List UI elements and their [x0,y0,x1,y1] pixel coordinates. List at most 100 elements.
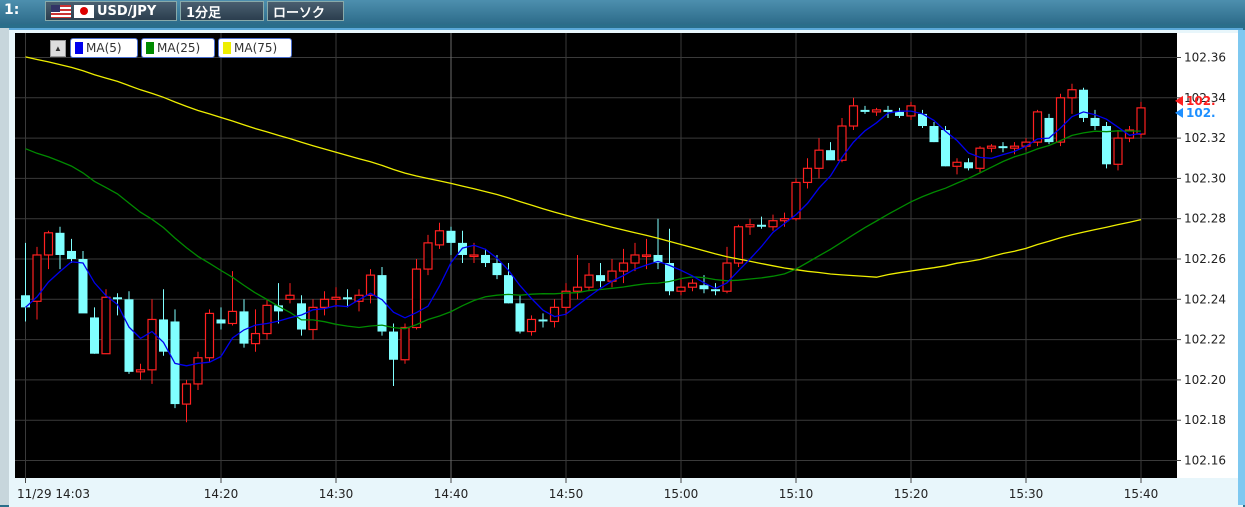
price-marker-label: 102. [1186,106,1216,120]
legend-collapse-button[interactable]: ▲ [50,40,66,57]
candle-body-up [1055,97,1066,143]
ma75-swatch [223,42,231,54]
price-marker-arrow [1175,107,1183,118]
candle-body-up [745,224,755,228]
candle-body-down [929,126,939,143]
candle-body-up [262,304,272,335]
legend-ma5[interactable]: MA(5) [70,38,138,58]
x-tick-label: 15:20 [894,487,929,501]
candle-body-down [446,230,456,243]
candle-body-up [722,262,732,292]
candle-body-up [32,254,42,302]
y-tick-label: 102.26 [1184,252,1226,266]
candle-body-up [986,145,997,149]
candle-body-down [481,254,490,264]
ma25-swatch [146,42,154,54]
x-tick-label: 15:00 [664,487,699,501]
y-tick-label: 102.18 [1184,413,1226,427]
ma5-line [25,110,1142,367]
candle-body-up [147,318,157,371]
candle-body-up [423,242,433,270]
x-tick-label: 14:50 [549,487,584,501]
candle-body-down [343,297,352,300]
candle-body-up [101,296,111,355]
candle-body-up [469,254,479,258]
candle-body-down [67,250,76,259]
candle-body-down [492,263,502,276]
candle-body-up [43,232,54,256]
candle-body-up [618,262,629,272]
ma75-line [25,56,1142,278]
candle-body-up [135,369,146,373]
y-tick-label: 102.32 [1184,131,1226,145]
candle-body-down [389,331,398,360]
candle-body-up [791,181,801,220]
candle-body-up [365,274,376,296]
candle-body-up [250,332,261,345]
candle-body-up [733,226,744,264]
candle-body-up [1032,111,1043,143]
y-tick-label: 102.24 [1184,292,1226,306]
candle-body-up [802,167,813,184]
candle-body-down [90,317,99,354]
candle-body-down [55,232,65,255]
x-tick-label: 14:30 [319,487,354,501]
candle-body-up [676,286,686,292]
candle-body-up [193,357,203,385]
candle-body-up [285,294,295,300]
legend-ma75[interactable]: MA(75) [218,38,292,58]
candle-body-up [641,254,652,258]
candle-body-up [630,254,640,264]
candle-body-down [504,275,513,304]
candle-body-up [952,161,962,167]
y-tick-label: 102.16 [1184,454,1226,468]
y-tick-label: 102.22 [1184,333,1226,347]
candle-body-down [699,285,709,290]
candle-body-up [871,109,882,113]
candle-body-up [319,298,330,308]
candle-body-down [21,295,30,308]
candle-body-up [1067,89,1077,99]
candle-body-down [998,146,1008,149]
candle-body-up [768,220,778,228]
candle-body-up [411,268,422,329]
candle-body-down [895,111,904,116]
candle-body-up [1009,145,1020,149]
x-tick-label: 15:10 [779,487,814,501]
candle-body-down [239,311,249,344]
candle-body-down [515,303,525,332]
candle-body-up [848,105,859,127]
candle-body-up [204,312,215,359]
candle-body-up [572,286,583,292]
y-tick-label: 102.28 [1184,212,1226,226]
legend-ma25[interactable]: MA(25) [141,38,215,58]
x-tick-label: 14:20 [204,487,239,501]
candle-body-down [964,162,973,169]
candle-body-up [837,125,847,161]
candle-body-down [124,299,134,372]
x-tick-label: 11/29 14:03 [17,487,90,501]
ma5-label: MA(5) [86,41,122,55]
candle-body-down [538,319,548,322]
y-tick-label: 102.20 [1184,373,1226,387]
x-tick-label: 14:40 [434,487,469,501]
candle-body-up [779,218,790,222]
candle-body-down [860,109,870,112]
candle-body-down [216,319,226,324]
candle-body-down [757,224,766,227]
ma75-label: MA(75) [234,41,278,55]
candle-body-up [526,318,537,333]
x-tick-label: 15:30 [1009,487,1044,501]
x-tick-label: 15:40 [1124,487,1159,501]
candle-body-down [826,150,835,161]
candle-body-up [687,282,698,288]
candle-body-up [1136,107,1146,135]
candle-body-up [584,274,594,288]
candlestick-chart[interactable]: 102.16 102.18 102.20 102.22 102.24 102.26 102.… [0,0,1245,505]
candle-body-up [331,296,341,300]
candle-body-down [941,130,950,167]
y-tick-label: 102.30 [1184,171,1226,185]
candle-body-up [434,230,445,246]
candle-body-down [883,109,893,112]
y-tick-label: 102.36 [1184,51,1226,65]
